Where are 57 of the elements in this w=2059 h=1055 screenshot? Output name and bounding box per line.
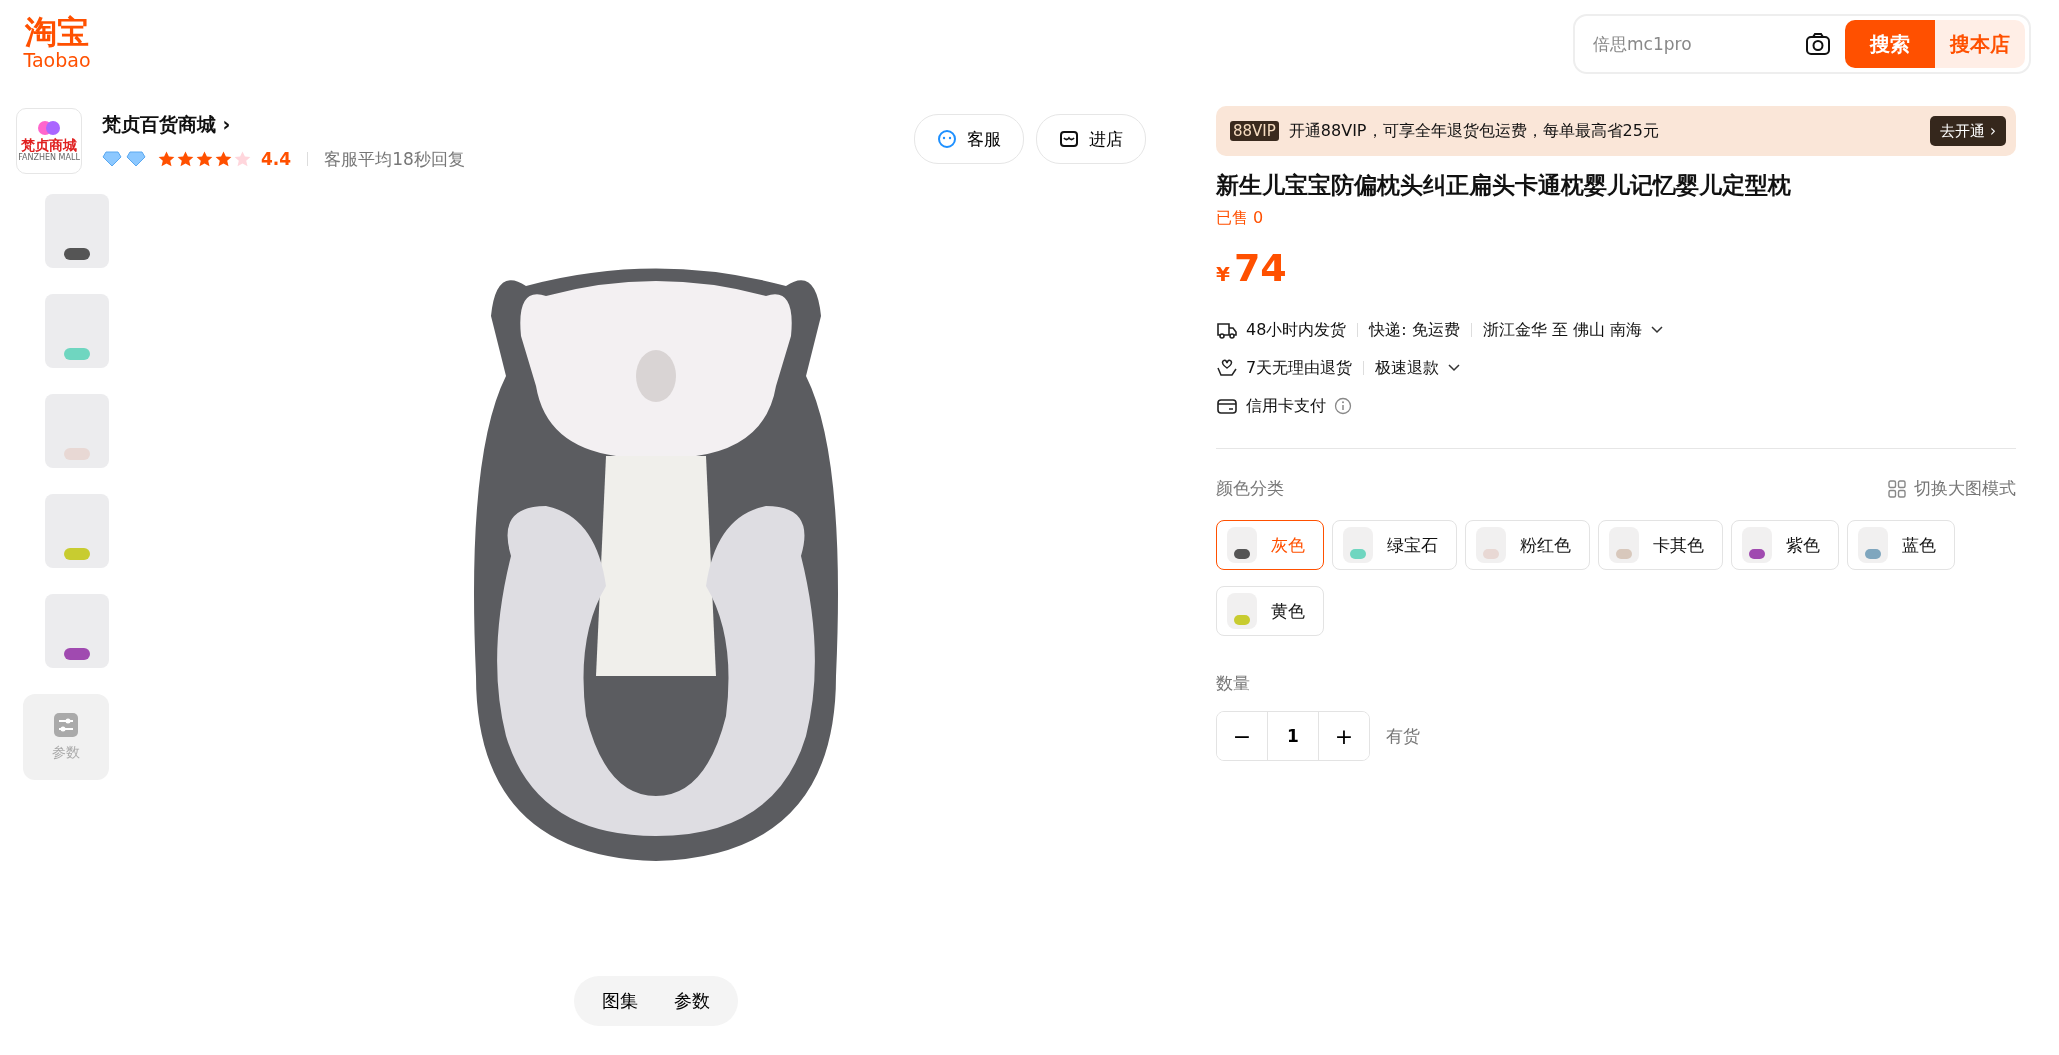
store-icon: [1059, 129, 1079, 149]
info-icon: [1334, 397, 1352, 415]
service-text: 7天无理由退货: [1246, 357, 1353, 379]
smiley-icon: [937, 129, 957, 149]
stock-status: 有货: [1386, 724, 1420, 748]
product-title: 新生儿宝宝防偏枕头纠正扁头卡通枕婴儿记忆婴儿定型枕: [1216, 171, 1792, 200]
vip-promo-text: 开通88VIP，可享全年退货包运费，每单最高省25元: [1288, 120, 1660, 142]
star-icon: [234, 151, 251, 167]
big-image-mode-button[interactable]: 切换大图模式: [1888, 477, 2016, 500]
star-icon: [196, 151, 213, 167]
color-option[interactable]: 卡其色: [1598, 520, 1723, 570]
service-text: 48小时内发货: [1246, 319, 1347, 341]
thumbnail-photo[interactable]: [45, 294, 109, 368]
color-option[interactable]: 紫色: [1731, 520, 1839, 570]
chevron-down-icon: [1447, 363, 1462, 373]
color-option[interactable]: 黄色: [1216, 586, 1324, 636]
quantity-stepper[interactable]: − 1 +: [1216, 711, 1370, 761]
credit-card-icon: [1216, 396, 1238, 416]
star-icon: [177, 151, 194, 167]
grid-icon: [1888, 479, 1906, 498]
truck-icon: [1216, 320, 1238, 340]
gallery-tab[interactable]: 图集: [584, 976, 656, 1026]
service-text: 浙江金华 至 佛山 南海: [1482, 319, 1643, 341]
thumbnail-photo[interactable]: [45, 594, 109, 668]
color-option[interactable]: 粉红色: [1465, 520, 1590, 570]
chevron-down-icon: [1650, 325, 1665, 335]
vip-badge: 88VIP: [1230, 121, 1279, 141]
thumbnail-photo[interactable]: [45, 494, 109, 568]
service-text: 信用卡支付: [1246, 395, 1326, 417]
shop-logo[interactable]: 梵贞商城 FANZHEN MALL: [16, 108, 82, 174]
sold-count: 已售 0: [1216, 208, 1265, 229]
thumbnail-photo[interactable]: [45, 194, 109, 268]
camera-icon: [1805, 32, 1831, 56]
sliders-icon: [53, 712, 79, 738]
service-text: 极速退款: [1375, 357, 1440, 379]
reply-time-text: 客服平均18秒回复: [324, 147, 465, 171]
star-icon: [158, 151, 175, 167]
hand-heart-icon: [1216, 358, 1238, 378]
price-value: 74: [1233, 247, 1287, 289]
option-label: 颜色分类: [1216, 477, 1284, 500]
mascot-icon: [36, 119, 62, 137]
params-tab[interactable]: 参数: [656, 976, 728, 1026]
diamond-icon: [126, 151, 146, 167]
thumbnail-photo[interactable]: [45, 394, 109, 468]
color-option[interactable]: 绿宝石: [1332, 520, 1457, 570]
quantity-field[interactable]: 1: [1267, 712, 1319, 760]
diamond-icon: [102, 151, 122, 167]
shop-name-link[interactable]: 梵贞百货商城 ›: [102, 111, 894, 138]
star-icon: [215, 151, 232, 167]
service-text: 快递: 免运费: [1369, 319, 1460, 341]
currency-symbol: ¥: [1216, 262, 1230, 286]
quantity-label: 数量: [1216, 672, 1251, 695]
vip-open-button[interactable]: 去开通 ›: [1930, 116, 2006, 146]
color-option[interactable]: 蓝色: [1847, 520, 1955, 570]
rating-score: 4.4: [261, 149, 292, 169]
enter-store-button[interactable]: 进店: [1036, 114, 1146, 164]
customer-service-button[interactable]: 客服: [914, 114, 1024, 164]
